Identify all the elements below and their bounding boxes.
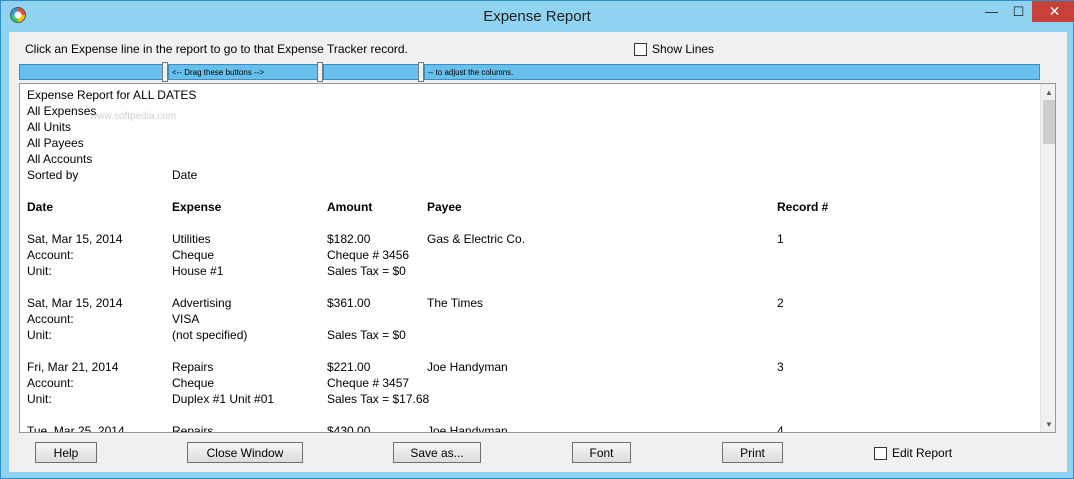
filter-accounts: All Accounts [27, 152, 93, 166]
record-unit[interactable]: House #1 [172, 264, 223, 278]
record-amount[interactable]: $430.00 [327, 424, 370, 432]
account-label: Account: [27, 312, 74, 326]
instruction-text: Click an Expense line in the report to g… [25, 42, 408, 56]
report-title: Expense Report for ALL DATES [27, 88, 197, 102]
record-account[interactable]: Cheque [172, 248, 214, 262]
record-number[interactable]: 1 [777, 232, 784, 246]
record-number[interactable]: 2 [777, 296, 784, 310]
help-button[interactable]: Help [35, 442, 97, 463]
account-label: Account: [27, 248, 74, 262]
close-button[interactable]: ✕ [1032, 1, 1074, 22]
record-amount[interactable]: $221.00 [327, 360, 370, 374]
record-unit[interactable]: (not specified) [172, 328, 247, 342]
unit-label: Unit: [27, 392, 52, 406]
record-sales-tax[interactable]: Sales Tax = $0 [327, 328, 406, 342]
column-button-date[interactable] [19, 64, 163, 80]
record-cheque[interactable]: Cheque # 3456 [327, 248, 409, 262]
filter-payees: All Payees [27, 136, 84, 150]
window-title: Expense Report [483, 8, 591, 25]
record-date[interactable]: Sat, Mar 15, 2014 [27, 232, 122, 246]
record-account[interactable]: Cheque [172, 376, 214, 390]
record-date[interactable]: Sat, Mar 15, 2014 [27, 296, 122, 310]
show-lines-checkbox[interactable] [634, 42, 647, 56]
font-button-label: Font [589, 445, 614, 460]
print-button[interactable]: Print [722, 442, 783, 463]
unit-label: Unit: [27, 264, 52, 278]
record-date[interactable]: Tue, Mar 25, 2014 [27, 424, 125, 432]
adjust-hint-text: -- to adjust the columns. [428, 67, 514, 77]
print-button-label: Print [740, 445, 765, 460]
maximize-button[interactable]: ☐ [1005, 1, 1032, 22]
show-lines-label: Show Lines [652, 42, 715, 56]
sorted-by-value: Date [172, 168, 198, 182]
vertical-scrollbar[interactable]: ▲ ▼ [1040, 84, 1055, 432]
scrollbar-thumb[interactable] [1043, 100, 1055, 144]
client-area: Click an Expense line in the report to g… [9, 32, 1067, 472]
column-header-record: Record # [777, 200, 829, 214]
record-payee[interactable]: Joe Handyman [427, 360, 508, 374]
scroll-down-arrow-icon[interactable]: ▼ [1041, 416, 1055, 432]
font-button[interactable]: Font [572, 442, 631, 463]
save-as-button-label: Save as... [410, 445, 464, 460]
record-unit[interactable]: Duplex #1 Unit #01 [172, 392, 274, 406]
column-button-amount[interactable] [323, 64, 419, 80]
edit-report-label: Edit Report [892, 446, 953, 460]
record-cheque[interactable]: Cheque # 3457 [327, 376, 409, 390]
scroll-up-arrow-icon[interactable]: ▲ [1041, 84, 1055, 100]
help-button-label: Help [53, 445, 79, 460]
close-window-button-label: Close Window [206, 445, 284, 460]
record-expense[interactable]: Repairs [172, 360, 213, 374]
record-amount[interactable]: $182.00 [327, 232, 370, 246]
record-number[interactable]: 4 [777, 424, 784, 432]
account-label: Account: [27, 376, 74, 390]
sorted-by-label: Sorted by [27, 168, 79, 182]
column-header-expense: Expense [172, 200, 222, 214]
column-header-payee: Payee [427, 200, 462, 214]
record-sales-tax[interactable]: Sales Tax = $0 [327, 264, 406, 278]
record-payee[interactable]: Gas & Electric Co. [427, 232, 525, 246]
column-header-date: Date [27, 200, 54, 214]
record-amount[interactable]: $361.00 [327, 296, 370, 310]
record-account[interactable]: VISA [172, 312, 199, 326]
record-expense[interactable]: Repairs [172, 424, 213, 432]
edit-report-option[interactable]: Edit Report [874, 446, 952, 460]
record-number[interactable]: 3 [777, 360, 784, 374]
filter-units: All Units [27, 120, 72, 134]
close-window-button[interactable]: Close Window [187, 442, 303, 463]
title-bar[interactable]: Expense Report — ☐ ✕ [1, 1, 1074, 32]
record-payee[interactable]: Joe Handyman [427, 424, 508, 432]
unit-label: Unit: [27, 328, 52, 342]
expense-report-window: Expense Report — ☐ ✕ Click an Expense li… [0, 0, 1074, 479]
watermark: www.softpedia.com [90, 111, 177, 122]
save-as-button[interactable]: Save as... [393, 442, 481, 463]
record-date[interactable]: Fri, Mar 21, 2014 [27, 360, 118, 374]
filter-expenses: All Expenses [27, 104, 97, 118]
record-sales-tax[interactable]: Sales Tax = $17.68 [327, 392, 429, 406]
minimize-button[interactable]: — [978, 1, 1005, 22]
column-button-payee[interactable]: -- to adjust the columns. [424, 64, 1040, 80]
report-area[interactable]: www.softpedia.com Expense Report for ALL… [19, 83, 1056, 433]
column-header-amount: Amount [327, 200, 373, 214]
record-expense[interactable]: Advertising [172, 296, 231, 310]
edit-report-checkbox[interactable] [874, 446, 887, 460]
record-expense[interactable]: Utilities [172, 232, 211, 246]
column-button-expense[interactable]: <-- Drag these buttons --> [168, 64, 318, 80]
show-lines-option[interactable]: Show Lines [634, 42, 714, 56]
drag-hint-text: <-- Drag these buttons --> [172, 67, 265, 77]
record-payee[interactable]: The Times [427, 296, 483, 310]
